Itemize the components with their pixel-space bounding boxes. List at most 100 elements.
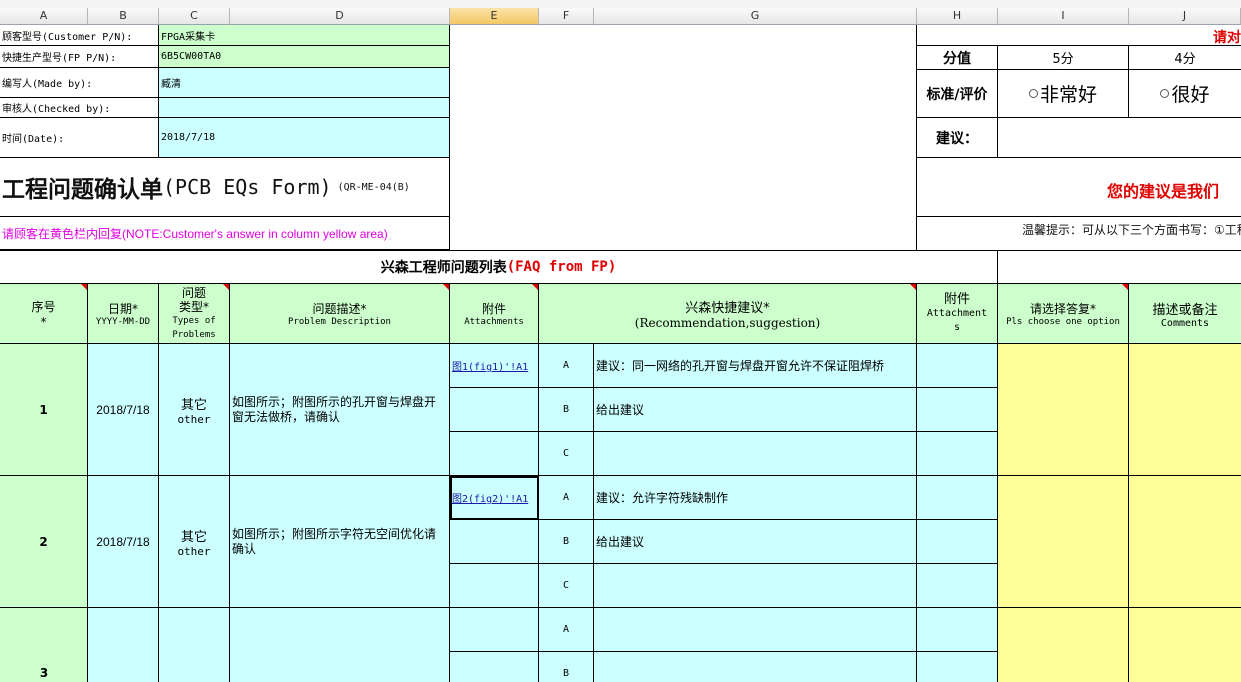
row1-att2-c[interactable] [917, 432, 998, 476]
row1-option-b-letter[interactable]: B [539, 388, 594, 432]
row2-option-a-letter[interactable]: A [539, 476, 594, 520]
fp-pn-value[interactable]: 6B5CW00TA0 [159, 46, 450, 68]
row2-option-b-letter[interactable]: B [539, 520, 594, 564]
header-type[interactable]: 问题 类型* Types of Problems [159, 284, 230, 344]
row1-attachment-link[interactable]: 图1(fig1)'!A1 [450, 344, 539, 388]
image-area[interactable] [450, 25, 917, 250]
row3-option-a-text[interactable] [594, 608, 917, 652]
row3-attachment-a[interactable] [450, 608, 539, 652]
column-header-e[interactable]: E [450, 8, 539, 25]
row2-answer[interactable] [998, 476, 1129, 608]
row2-date[interactable]: 2018/7/18 [88, 476, 159, 608]
score-5[interactable]: 5分 [998, 46, 1129, 70]
header-recommendation[interactable]: 兴森快捷建议* (Recommendation,suggestion) [539, 284, 917, 344]
row2-attachment-link[interactable]: 图2(fig2)'!A1 [450, 476, 539, 520]
row2-att2-b[interactable] [917, 520, 998, 564]
row2-option-c-text[interactable] [594, 564, 917, 608]
row3-option-b-text[interactable] [594, 652, 917, 682]
column-header-g[interactable]: G [594, 8, 917, 25]
row1-attachment-b[interactable] [450, 388, 539, 432]
option-very-good[interactable]: 很好 [1129, 70, 1241, 118]
row2-comments[interactable] [1129, 476, 1241, 608]
row1-att2-a[interactable] [917, 344, 998, 388]
date-value[interactable]: 2018/7/18 [159, 118, 450, 158]
row1-type[interactable]: 其它 other [159, 344, 230, 476]
option-excellent[interactable]: 非常好 [998, 70, 1129, 118]
row3-att2-b[interactable] [917, 652, 998, 682]
row1-description[interactable]: 如图所示；附图所示的孔开窗与焊盘开窗无法做桥，请确认 [230, 344, 450, 476]
row2-description[interactable]: 如图所示；附图所示字符无空间优化请确认 [230, 476, 450, 608]
row1-answer[interactable] [998, 344, 1129, 476]
row2-seq[interactable]: 2 [0, 476, 88, 608]
row2-type[interactable]: 其它 other [159, 476, 230, 608]
header-attachments[interactable]: 附件 Attachments [450, 284, 539, 344]
column-header-j[interactable]: J [1129, 8, 1241, 25]
column-header-d[interactable]: D [230, 8, 450, 25]
fp-pn-label[interactable]: 快捷生产型号(FP P/N): [0, 46, 159, 68]
row1-att2-b[interactable] [917, 388, 998, 432]
row2-attachment-b[interactable] [450, 520, 539, 564]
row1-attachment-c[interactable] [450, 432, 539, 476]
column-header-h[interactable]: H [917, 8, 998, 25]
row3-attachment-b[interactable] [450, 652, 539, 682]
column-header-a[interactable]: A [0, 8, 88, 25]
row3-att2-a[interactable] [917, 608, 998, 652]
row2-att2-c[interactable] [917, 564, 998, 608]
column-header-b[interactable]: B [88, 8, 159, 25]
date-label[interactable]: 时间(Date): [0, 118, 159, 158]
radio-icon[interactable] [1160, 89, 1170, 98]
row2-attachment-c[interactable] [450, 564, 539, 608]
customer-note[interactable]: 请顾客在黄色栏内回复(NOTE:Customer's answer in col… [0, 217, 450, 250]
row1-option-a-letter[interactable]: A [539, 344, 594, 388]
made-by-label[interactable]: 编写人(Made by): [0, 68, 159, 98]
form-title[interactable]: 工程问题确认单 (PCB EQs Form) (QR-ME-04(B) [0, 158, 450, 217]
row1-seq[interactable]: 1 [0, 344, 88, 476]
row2-option-c-letter[interactable]: C [539, 564, 594, 608]
doc-code: (QR-ME-04(B) [337, 181, 410, 193]
row2-option-a-text[interactable]: 建议：允许字符残缺制作 [594, 476, 917, 520]
row3-answer[interactable] [998, 608, 1129, 682]
row1-date[interactable]: 2018/7/18 [88, 344, 159, 476]
row1-attachment-text[interactable]: 图1(fig1)'!A1 [452, 358, 528, 373]
slogan-cell[interactable]: 您的建议是我们 [917, 158, 1241, 217]
row1-option-a-text[interactable]: 建议：同一网络的孔开窗与焊盘开窗允许不保证阻焊桥 [594, 344, 917, 388]
row3-option-a-letter[interactable]: A [539, 608, 594, 652]
row2-attachment-text[interactable]: 图2(fig2)'!A1 [452, 490, 528, 505]
table-title[interactable]: 兴森工程师问题列表 (FAQ from FP) [0, 250, 998, 284]
table-title-right[interactable] [998, 250, 1241, 284]
customer-pn-value[interactable]: FPGA采集卡 [159, 25, 450, 46]
suggestion-label[interactable]: 建议： [917, 118, 998, 158]
header-seq[interactable]: 序号 * [0, 284, 88, 344]
row1-option-c-text[interactable] [594, 432, 917, 476]
column-header-c[interactable]: C [159, 8, 230, 25]
row3-date[interactable] [88, 608, 159, 682]
checked-by-label[interactable]: 审核人(Checked by): [0, 98, 159, 118]
rating-top-row[interactable]: 请对 [917, 25, 1241, 46]
row3-seq[interactable]: 3 [0, 608, 88, 682]
standard-label[interactable]: 标准/评价 [917, 70, 998, 118]
row3-option-b-letter[interactable]: B [539, 652, 594, 682]
suggestion-input[interactable] [998, 118, 1241, 158]
tip-cell[interactable]: 温馨提示：可从以下三个方面书写：①工程 [917, 217, 1241, 250]
header-date[interactable]: 日期* YYYY-MM-DD [88, 284, 159, 344]
row1-option-c-letter[interactable]: C [539, 432, 594, 476]
made-by-value[interactable]: 臧清 [159, 68, 450, 98]
header-attachments-2[interactable]: 附件 Attachment s [917, 284, 998, 344]
row1-option-b-text[interactable]: 给出建议 [594, 388, 917, 432]
header-comments[interactable]: 描述或备注 Comments [1129, 284, 1241, 344]
score-label[interactable]: 分值 [917, 46, 998, 70]
customer-pn-label[interactable]: 顾客型号(Customer P/N): [0, 25, 159, 46]
header-answer[interactable]: 请选择答复* Pls choose one option [998, 284, 1129, 344]
row1-comments[interactable] [1129, 344, 1241, 476]
row2-option-b-text[interactable]: 给出建议 [594, 520, 917, 564]
column-header-f[interactable]: F [539, 8, 594, 25]
checked-by-value[interactable] [159, 98, 450, 118]
row3-description[interactable] [230, 608, 450, 682]
score-4[interactable]: 4分 [1129, 46, 1241, 70]
row2-att2-a[interactable] [917, 476, 998, 520]
row3-type[interactable] [159, 608, 230, 682]
radio-icon[interactable] [1028, 89, 1038, 98]
row3-comments[interactable] [1129, 608, 1241, 682]
column-header-i[interactable]: I [998, 8, 1129, 25]
header-description[interactable]: 问题描述* Problem Description [230, 284, 450, 344]
